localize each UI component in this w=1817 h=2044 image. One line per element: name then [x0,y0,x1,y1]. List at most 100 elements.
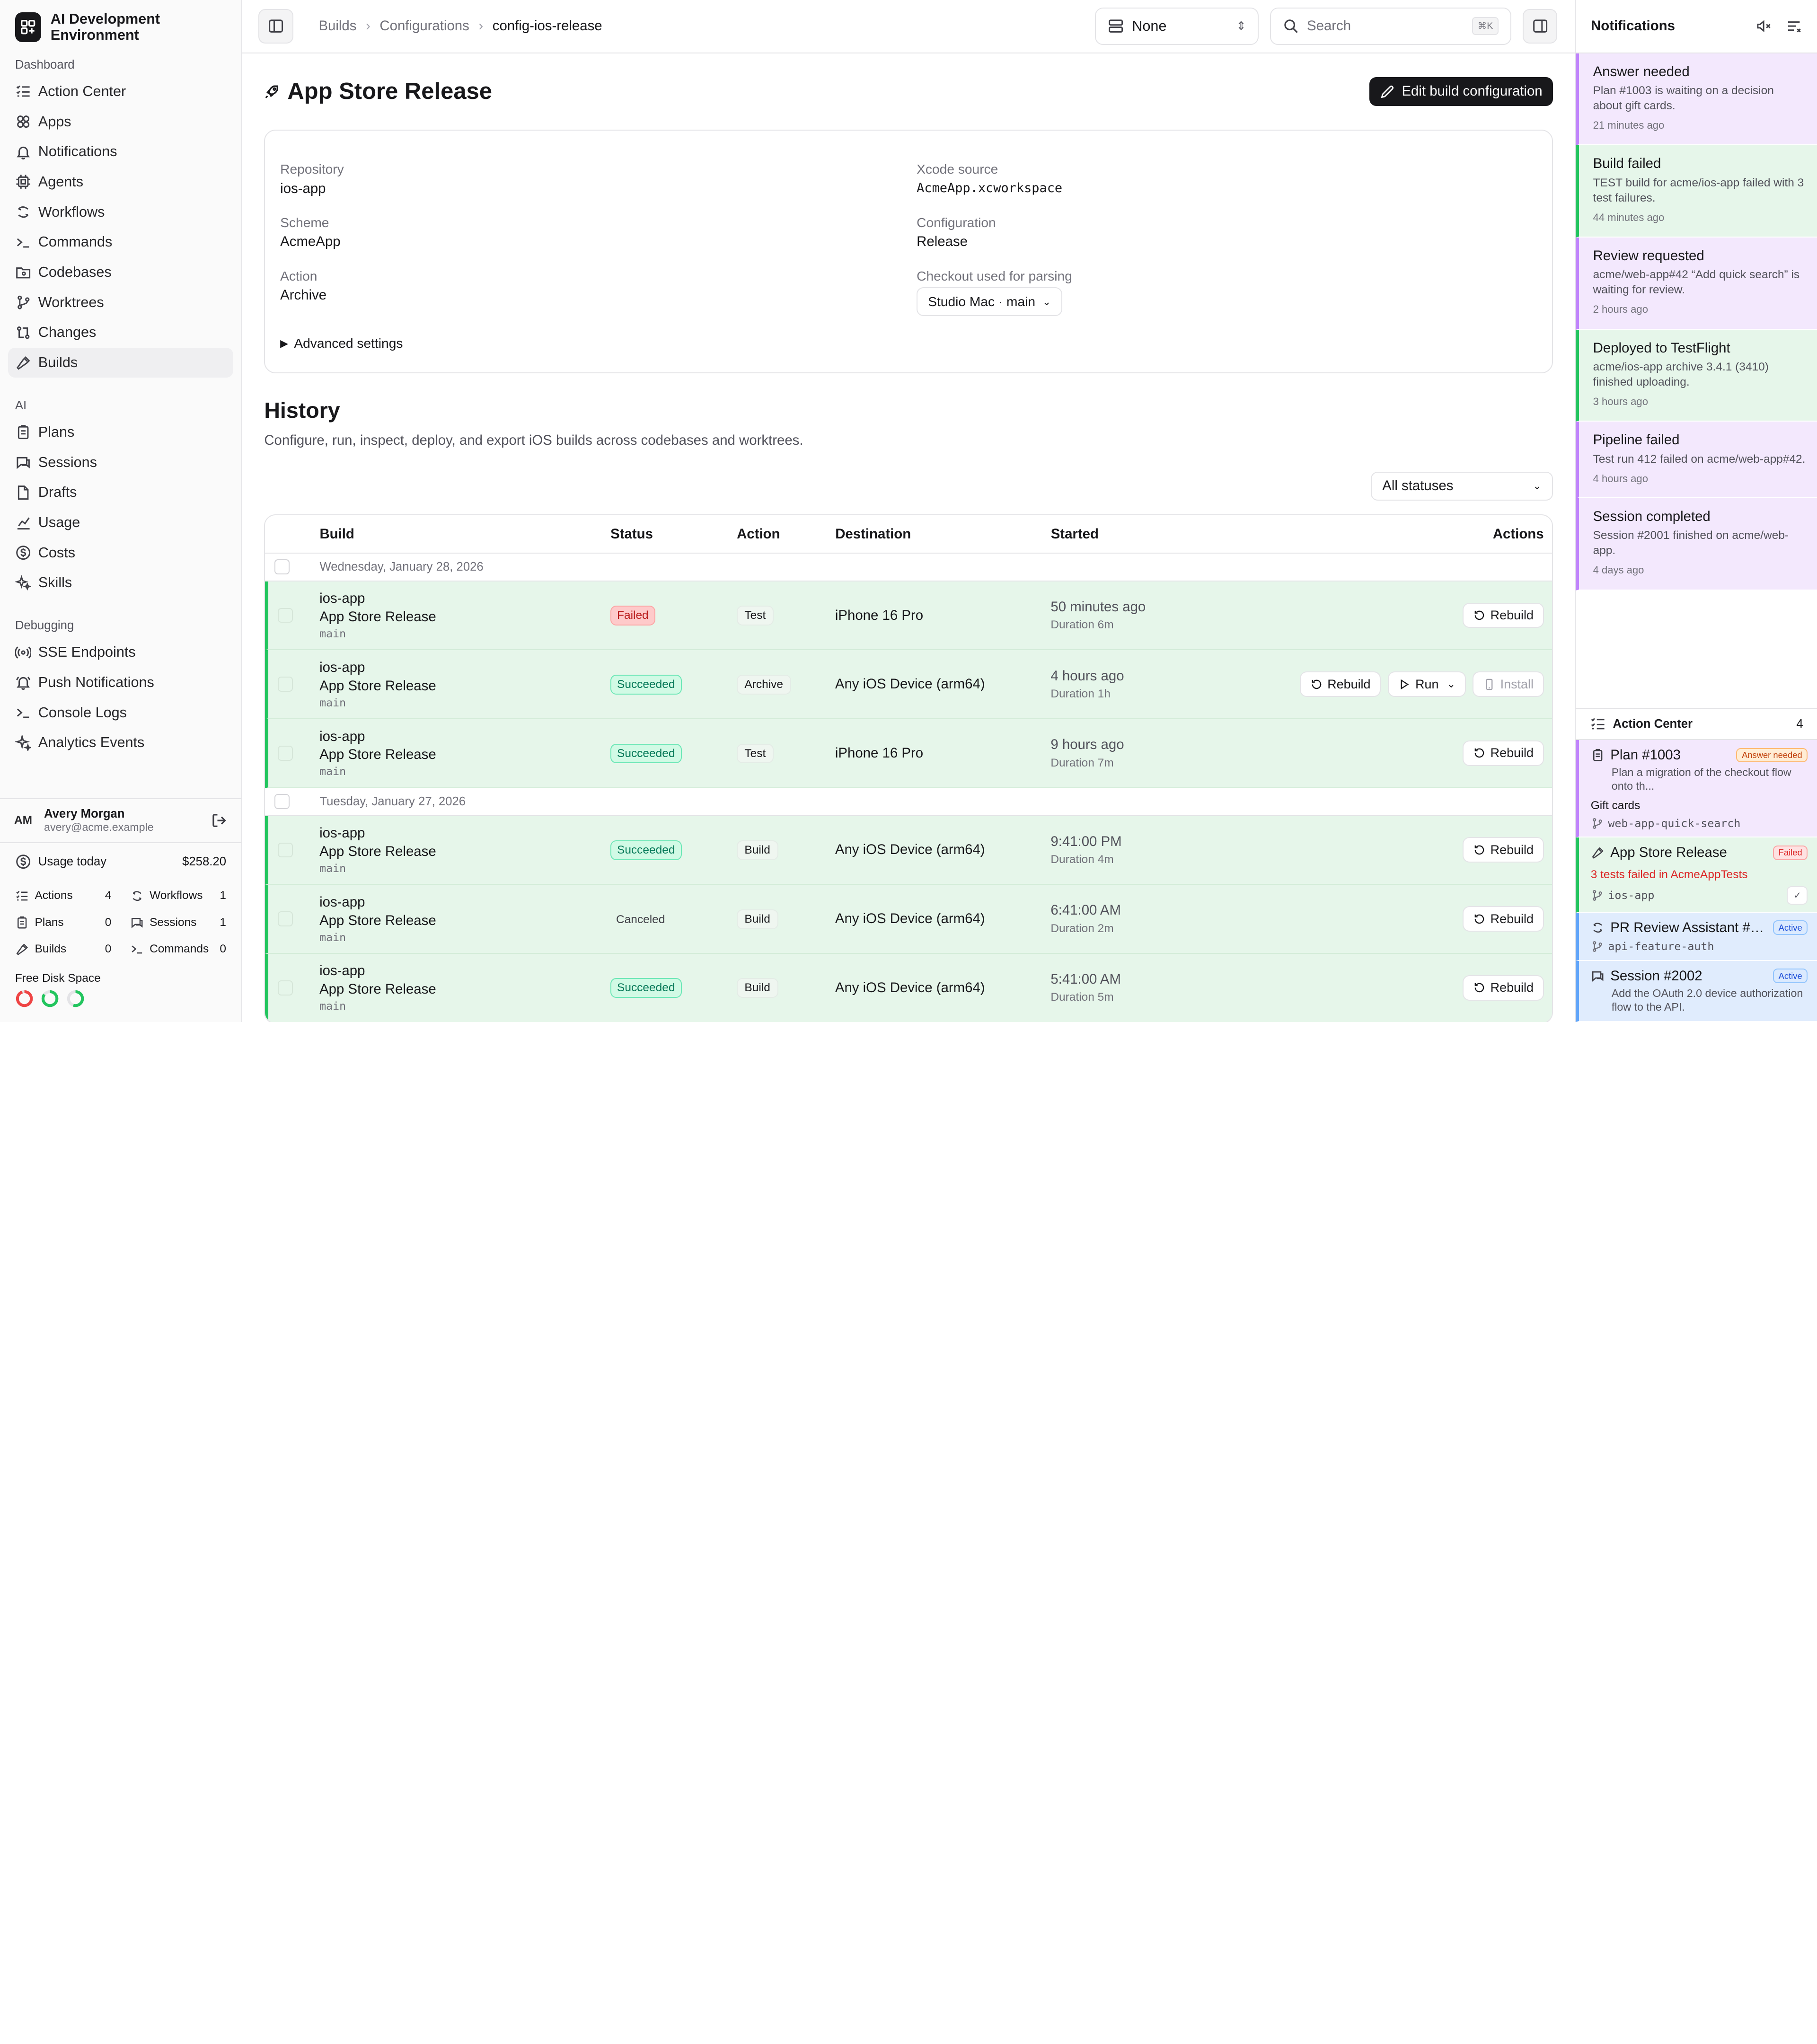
sidebar-item-skills[interactable]: Skills [8,568,233,598]
edit-build-configuration-button[interactable]: Edit build configuration [1369,77,1553,106]
rebuild-label: Rebuild [1490,980,1534,995]
sidebar-item-builds[interactable]: Builds [8,347,233,378]
date-group-row: Wednesday, January 28, 2026 [265,554,1552,581]
sidebar-item-sse-endpoints[interactable]: SSE Endpoints [8,637,233,668]
rebuild-button[interactable]: Rebuild [1463,906,1544,932]
action-tag: Test [736,606,774,626]
action-center-header[interactable]: Action Center 4 [1576,707,1817,740]
user-card[interactable]: AM Avery Morgan avery@acme.example [0,798,241,842]
sidebar-item-action-center[interactable]: Action Center [8,77,233,107]
chevron-down-icon: ⌄ [1447,678,1456,690]
table-row[interactable]: ios-app App Store Release main Canceled Bu… [265,885,1552,954]
stat-commands[interactable]: Commands 0 [130,936,226,962]
stat-actions[interactable]: Actions 4 [15,882,111,909]
toggle-right-panel-button[interactable] [1523,9,1558,44]
notification-item[interactable]: Pipeline failed Test run 412 failed on ac… [1576,422,1817,499]
chevron-down-icon: ⌄ [1533,480,1542,492]
rebuild-button[interactable]: Rebuild [1299,671,1381,697]
notification-item[interactable]: Build failed TEST build for acme/ios-app … [1576,145,1817,238]
field-repository: Repository ios-app [280,162,900,215]
mute-icon[interactable] [1755,18,1772,34]
table-row[interactable]: ios-app App Store Release main Succeeded B… [265,953,1552,1022]
row-checkbox[interactable] [277,911,293,927]
started-time: 6:41:00 AM [1050,902,1121,918]
column-build[interactable]: Build [319,526,610,542]
sidebar-item-costs[interactable]: Costs [8,537,233,568]
row-checkbox[interactable] [277,980,293,996]
table-row[interactable]: ios-app App Store Release main Failed Test… [265,581,1552,651]
action-tag: Build [736,978,778,998]
group-checkbox[interactable] [274,794,290,810]
notification-item[interactable]: Review requested acme/web-app#42 “Add qui… [1576,238,1817,330]
row-checkbox[interactable] [277,677,293,692]
field-value: AcmeApp.xcworkspace [917,180,1063,195]
row-checkbox[interactable] [277,746,293,761]
action-center-item[interactable]: Session #2002 Active Add the OAuth 2.0 dev… [1576,960,1817,1022]
notification-time: 4 hours ago [1593,472,1648,485]
sidebar-item-changes[interactable]: Changes [8,317,233,348]
notification-item[interactable]: Session completed Session #2001 finished … [1576,498,1817,590]
sidebar-item-workflows[interactable]: Workflows [8,197,233,227]
sidebar-item-push-notifications[interactable]: Push Notifications [8,668,233,698]
refresh-icon [1474,749,1484,758]
table-row[interactable]: ios-app App Store Release main Succeeded A… [265,650,1552,720]
column-action[interactable]: Action [737,526,835,542]
breadcrumb-builds[interactable]: Builds [318,18,356,34]
sidebar-item-agents[interactable]: Agents [8,167,233,197]
breadcrumb-configurations[interactable]: Configurations [379,18,469,34]
notification-item[interactable]: Deployed to TestFlight acme/ios-app archi… [1576,329,1817,422]
sidebar-item-label: Commands [38,234,113,250]
toggle-sidebar-button[interactable] [258,9,293,44]
stat-plans[interactable]: Plans 0 [15,909,111,935]
run-button[interactable]: Run ⌄ [1387,671,1466,697]
action-center-item[interactable]: Plan #1003 Answer needed Plan a migration … [1576,740,1817,838]
table-row[interactable]: ios-app App Store Release main Succeeded T… [265,719,1552,788]
advanced-settings-toggle[interactable]: ▶ Advanced settings [280,336,1537,351]
logout-icon[interactable] [211,812,227,828]
sidebar-item-usage[interactable]: Usage [8,508,233,538]
duration: Duration 5m [1050,991,1114,1004]
column-started[interactable]: Started [1051,526,1283,542]
rebuild-button[interactable]: Rebuild [1463,975,1544,1001]
column-destination[interactable]: Destination [835,526,1051,542]
table-row[interactable]: ios-app App Store Release main Succeeded B… [265,816,1552,885]
notification-title: Build failed [1593,156,1661,172]
action-center-item[interactable]: PR Review Assistant #4... Active api-featu… [1576,912,1817,961]
rebuild-button[interactable]: Rebuild [1463,602,1544,628]
row-checkbox[interactable] [277,842,293,858]
sidebar-item-codebases[interactable]: Codebases [8,257,233,288]
status-filter-select[interactable]: All statuses ⌄ [1371,471,1553,501]
clear-all-icon[interactable] [1786,18,1802,34]
row-checkbox[interactable] [277,608,293,623]
main-area: Builds › Configurations › config-ios-rel… [242,0,1575,1022]
stat-sessions[interactable]: Sessions 1 [130,909,226,935]
device-select[interactable]: None ⇕ [1095,8,1259,45]
install-button[interactable]: Install [1473,671,1544,697]
checkout-select[interactable]: Studio Mac · main ⌄ [917,287,1063,317]
sidebar-item-sessions[interactable]: Sessions [8,447,233,477]
sidebar-item-console-logs[interactable]: Console Logs [8,697,233,728]
stat-workflows[interactable]: Workflows 1 [130,882,226,909]
build-repo: ios-app [319,963,365,979]
action-item-title: Plan #1003 [1610,747,1681,763]
terminal-icon [131,945,142,954]
sidebar-item-commands[interactable]: Commands [8,227,233,257]
sidebar-item-notifications[interactable]: Notifications [8,137,233,167]
column-status[interactable]: Status [610,526,737,542]
notification-item[interactable]: Answer needed Plan #1003 is waiting on a … [1576,53,1817,146]
rebuild-button[interactable]: Rebuild [1463,740,1544,766]
rebuild-button[interactable]: Rebuild [1463,837,1544,863]
sidebar-item-analytics-events[interactable]: Analytics Events [8,728,233,758]
check-icon[interactable]: ✓ [1787,886,1808,905]
sidebar-item-plans[interactable]: Plans [8,417,233,448]
refresh-icon [1474,610,1484,620]
stat-label: Builds [35,942,67,955]
sidebar-item-worktrees[interactable]: Worktrees [8,287,233,317]
action-center-item[interactable]: App Store Release Failed 3 tests failed in… [1576,837,1817,913]
stat-builds[interactable]: Builds 0 [15,936,111,962]
search-input[interactable]: Search ⌘K [1270,8,1511,45]
sidebar-item-apps[interactable]: Apps [8,106,233,137]
sidebar-item-drafts[interactable]: Drafts [8,477,233,508]
brand[interactable]: AI Development Environment [0,0,241,53]
group-checkbox[interactable] [274,559,290,575]
